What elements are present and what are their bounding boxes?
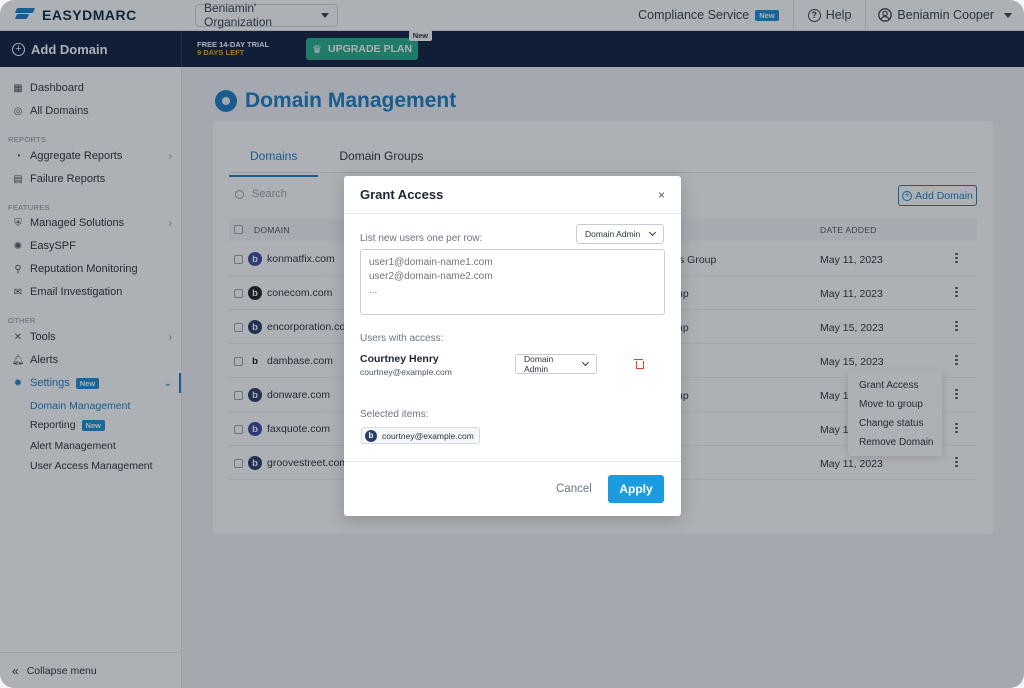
user-name: Courtney Henry (360, 353, 439, 365)
apply-button[interactable]: Apply (608, 475, 664, 503)
role-select-value: Domain Admin (585, 229, 641, 239)
users-with-access-label: Users with access: (360, 333, 444, 344)
app-frame: EASYDMARC Beniamin' Organization Complia… (0, 0, 1024, 688)
selected-item-chip: b courtney@example.com (361, 427, 480, 444)
favicon-icon: b (365, 429, 377, 442)
grant-access-modal: Grant Access × List new users one per ro… (344, 176, 681, 516)
default-role-select[interactable]: Domain Admin (576, 224, 664, 244)
selected-items-label: Selected items: (360, 409, 429, 420)
new-users-label: List new users one per row: (360, 233, 483, 244)
chevron-down-icon (582, 359, 590, 366)
divider (344, 461, 681, 462)
user-email: courtney@example.com (360, 367, 452, 377)
trash-icon[interactable] (634, 358, 644, 370)
new-users-textarea[interactable] (360, 249, 665, 315)
modal-title: Grant Access (360, 187, 444, 202)
chevron-down-icon (648, 228, 657, 237)
close-icon[interactable]: × (658, 188, 665, 202)
modal-header: Grant Access × (344, 176, 681, 214)
chip-label: courtney@example.com (382, 430, 474, 441)
role-select-value: Domain Admin (524, 354, 554, 374)
cancel-button[interactable]: Cancel (556, 483, 592, 495)
user-role-select[interactable]: Domain Admin (515, 354, 597, 374)
